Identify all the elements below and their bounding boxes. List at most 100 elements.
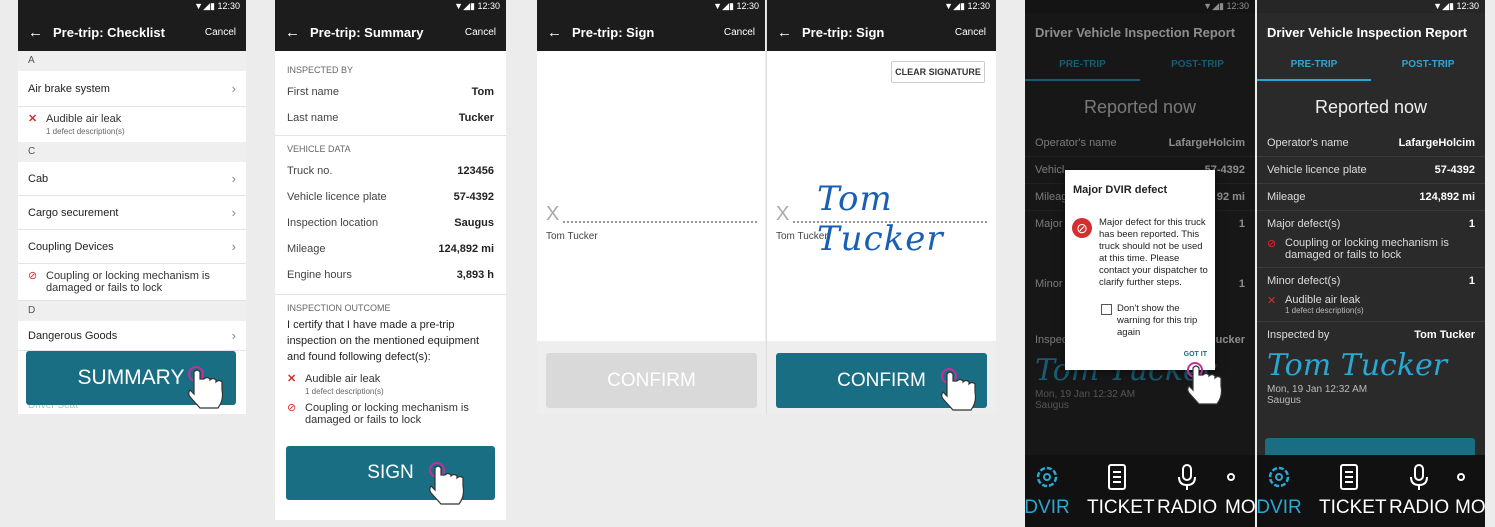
chevron-right-icon: ›	[231, 205, 236, 220]
signer-name: Tom Tucker	[776, 231, 828, 242]
tap-hand-icon	[1187, 362, 1223, 405]
field-major: Major defect(s) 1	[1257, 211, 1485, 237]
checklist-item-air-brake[interactable]: Air brake system ›	[18, 71, 246, 107]
section-header-c: C	[18, 142, 246, 162]
button-label: SIGN	[367, 462, 414, 483]
got-it-button[interactable]: GOT IT	[1184, 351, 1207, 358]
field-label: Operator's name	[1267, 137, 1349, 149]
back-arrow-icon[interactable]: ←	[777, 24, 792, 41]
dvir-gear-icon	[1268, 466, 1290, 488]
nav-label: TICKET	[1319, 497, 1387, 518]
checkbox-label: Don't show the warning for this trip aga…	[1117, 303, 1198, 338]
field-last-name: Last name Tucker	[275, 105, 506, 131]
cancel-button[interactable]: Cancel	[955, 27, 986, 38]
defect-label: Coupling or locking mechanism is damaged…	[1285, 237, 1449, 261]
field-value: 123456	[457, 165, 494, 177]
dont-show-checkbox[interactable]	[1101, 304, 1112, 315]
status-time: 12:30	[217, 1, 240, 11]
nav-label: DVIR	[1025, 497, 1070, 518]
status-bar: ▼◢▮ 12:30	[18, 0, 246, 13]
sign-screen-signed: ▼◢▮ 12:30 ← Pre-trip: Sign Cancel CLEAR …	[766, 0, 996, 414]
receipt-icon	[1340, 464, 1358, 490]
certify-text: I certify that I have made a pre-trip in…	[287, 319, 480, 363]
prohibited-icon: ⊘	[28, 270, 38, 282]
nav-ticket[interactable]: TICKET	[1319, 461, 1387, 519]
defect-sub: 1 defect description(s)	[305, 387, 384, 396]
tab-post-trip[interactable]: POST-TRIP	[1371, 51, 1485, 81]
item-label: Coupling Devices	[28, 240, 114, 253]
back-arrow-icon[interactable]: ←	[285, 24, 300, 41]
cross-icon: ✕	[28, 113, 38, 125]
checklist-item-dangerous[interactable]: Dangerous Goods ›	[18, 321, 246, 351]
defect-label: Coupling or locking mechanism is damaged…	[305, 402, 469, 426]
item-label: Cab	[28, 172, 49, 185]
place-text: Saugus	[1267, 395, 1301, 406]
chevron-right-icon: ›	[231, 81, 236, 96]
defect-label: Audible air leak	[1285, 294, 1361, 306]
field-label: Inspected by	[1267, 329, 1330, 341]
section-header-d: D	[18, 301, 246, 321]
nav-label: MO	[1455, 497, 1485, 518]
back-arrow-icon[interactable]: ←	[28, 24, 43, 41]
cancel-button[interactable]: Cancel	[465, 27, 496, 38]
status-bar: ▼◢▮ 12:30	[537, 0, 765, 13]
defect-item[interactable]: ✕ Audible air leak 1 defect description(…	[18, 107, 246, 142]
nav-more[interactable]: MO	[1225, 461, 1255, 519]
handwritten-signature: Tom Tucker	[817, 179, 944, 259]
checklist-item-coupling[interactable]: Coupling Devices ›	[18, 230, 246, 264]
dialog: Major DVIR defect ⊘ Major defect for thi…	[1065, 170, 1215, 370]
tab-bar: PRE-TRIP POST-TRIP	[1257, 51, 1485, 81]
prohibited-icon: ⊘	[1267, 238, 1277, 250]
field-label: Minor defect(s)	[1267, 275, 1341, 287]
button-label: CONFIRM	[607, 369, 696, 391]
page-title: Driver Vehicle Inspection Report	[1267, 24, 1468, 40]
field-first-name: First name Tom	[275, 79, 506, 105]
alert-icon: ⊘	[1072, 218, 1092, 238]
signature-line	[563, 221, 757, 223]
nav-ticket[interactable]: TICKET	[1087, 461, 1155, 519]
signature-pad[interactable]: X Tom Tucker Tom Tucker	[767, 51, 996, 341]
field-plate: Vehicle licence plate 57-4392	[275, 184, 506, 210]
field-mileage: Mileage 124,892 mi	[1257, 184, 1485, 211]
signature-pad[interactable]: X Tom Tucker	[537, 51, 765, 341]
item-label: Cargo securement	[28, 206, 119, 219]
outcome-defect: ⊘ Coupling or locking mechanism is damag…	[275, 402, 506, 432]
summary-screen: ▼◢▮ 12:30 ← Pre-trip: Summary Cancel INS…	[275, 0, 506, 520]
field-label: Mileage	[287, 243, 326, 255]
major-defect-item: ⊘ Coupling or locking mechanism is damag…	[1257, 237, 1485, 268]
field-label: Engine hours	[287, 269, 352, 281]
nav-radio[interactable]: RADIO	[1389, 461, 1449, 519]
confirm-button-disabled[interactable]: CONFIRM	[546, 353, 757, 408]
dialog-body: Major defect for this truck has been rep…	[1099, 217, 1208, 288]
field-minor: Minor defect(s) 1	[1257, 268, 1485, 294]
field-value: Tucker	[458, 112, 494, 124]
field-label: Inspection location	[287, 217, 379, 229]
tab-pre-trip[interactable]: PRE-TRIP	[1257, 51, 1371, 81]
field-label: First name	[287, 86, 339, 98]
app-bar: Driver Vehicle Inspection Report	[1257, 13, 1485, 51]
nav-more[interactable]: MO	[1455, 461, 1485, 519]
sign-screen-empty: ▼◢▮ 12:30 ← Pre-trip: Sign Cancel X Tom …	[537, 0, 765, 414]
defect-item[interactable]: ⊘ Coupling or locking mechanism is damag…	[18, 264, 246, 301]
status-bar: ▼◢▮ 12:30	[1257, 0, 1485, 13]
back-arrow-icon[interactable]: ←	[547, 24, 562, 41]
nav-radio[interactable]: RADIO	[1157, 461, 1217, 519]
checklist-item-cab[interactable]: Cab ›	[18, 162, 246, 196]
cancel-button[interactable]: Cancel	[724, 27, 755, 38]
nav-dvir[interactable]: DVIR	[1025, 461, 1077, 519]
dvir-screen-dialog: ▼◢▮ 12:30 Driver Vehicle Inspection Repo…	[1025, 0, 1255, 527]
cancel-button[interactable]: Cancel	[205, 27, 236, 38]
item-label: Dangerous Goods	[28, 329, 118, 342]
field-value: 3,893 h	[456, 269, 494, 281]
status-time: 12:30	[1456, 1, 1479, 11]
field-plate: Vehicle licence plate 57-4392	[1257, 157, 1485, 184]
defect-sub: 1 defect description(s)	[1285, 306, 1364, 315]
field-label: Mileage	[1267, 191, 1306, 203]
item-label: Air brake system	[28, 82, 110, 95]
dvir-screen: ▼◢▮ 12:30 Driver Vehicle Inspection Repo…	[1257, 0, 1485, 527]
field-value: Tom Tucker	[1414, 329, 1475, 341]
defect-label: Audible air leak	[305, 373, 381, 385]
nav-dvir[interactable]: DVIR	[1257, 461, 1309, 519]
chevron-right-icon: ›	[231, 328, 236, 343]
checklist-item-cargo[interactable]: Cargo securement ›	[18, 196, 246, 230]
